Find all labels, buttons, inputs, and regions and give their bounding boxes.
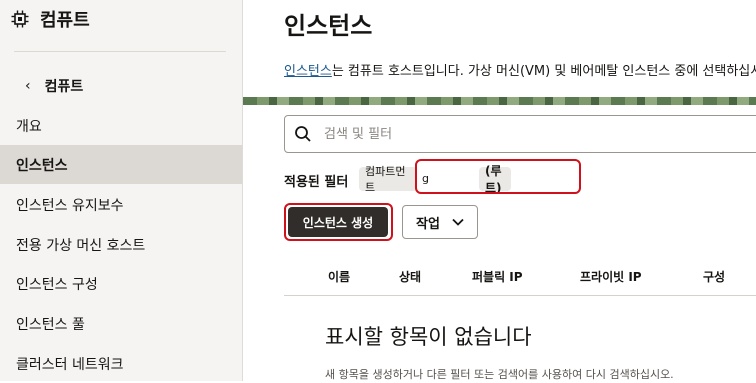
- main-content: 인스턴스 인스턴스는 컴퓨트 호스트입니다. 가상 머신(VM) 및 베어메탈 …: [243, 0, 756, 381]
- page-description: 인스턴스는 컴퓨트 호스트입니다. 가상 머신(VM) 및 베어메탈 인스턴스 …: [284, 60, 756, 79]
- sidebar-item-overview[interactable]: 개요: [0, 106, 242, 145]
- column-header-private-ip[interactable]: 프라이빗 IP: [580, 268, 642, 285]
- column-header-status[interactable]: 상태: [399, 268, 421, 285]
- search-icon: [295, 126, 311, 142]
- table-header-divider: [284, 295, 756, 296]
- sidebar-item-instance-configurations[interactable]: 인스턴스 구성: [0, 264, 242, 303]
- sidebar-item-label: 인스턴스 유지보수: [16, 197, 124, 214]
- sidebar-item-instance-pools[interactable]: 인스턴스 풀: [0, 304, 242, 343]
- search-input[interactable]: [322, 125, 746, 143]
- decorative-banner: [243, 97, 756, 105]
- instances-doc-link[interactable]: 인스턴스: [284, 64, 332, 79]
- sidebar-item-label: 인스턴스: [16, 157, 68, 174]
- sidebar-item-dedicated-vm-hosts[interactable]: 전용 가상 머신 호스트: [0, 225, 242, 264]
- page-title: 인스턴스: [284, 12, 373, 40]
- search-bar[interactable]: [284, 115, 756, 153]
- sidebar-title: 컴퓨트: [40, 10, 90, 31]
- column-header-shape[interactable]: 구성: [703, 268, 725, 285]
- chevron-left-icon: ‹: [25, 78, 31, 94]
- sidebar-item-label: 전용 가상 머신 호스트: [16, 237, 146, 254]
- table-header: 이름 상태 퍼블릭 IP 프라이빗 IP 구성: [284, 262, 756, 294]
- column-header-public-ip[interactable]: 퍼블릭 IP: [472, 268, 523, 285]
- actions-button[interactable]: 작업: [402, 205, 478, 239]
- chip-icon: [11, 10, 29, 28]
- empty-state-title: 표시할 항목이 없습니다: [325, 325, 532, 349]
- sidebar-divider: [14, 51, 226, 52]
- sidebar-item-label: 인스턴스 구성: [16, 276, 98, 293]
- sidebar-back-link[interactable]: ‹ 컴퓨트: [25, 76, 83, 96]
- chevron-down-icon: [452, 218, 464, 226]
- sidebar-back-label: 컴퓨트: [44, 79, 84, 95]
- sidebar-item-instance-maintenance[interactable]: 인스턴스 유지보수: [0, 185, 242, 224]
- sidebar-item-label: 클러스터 네트워크: [16, 356, 124, 373]
- sidebar-item-cluster-networks[interactable]: 클러스터 네트워크: [0, 344, 242, 383]
- create-button-highlight-box: [284, 203, 393, 241]
- description-text: 는 컴퓨트 호스트입니다. 가상 머신(VM) 및 베어메탈 인스턴스 중에 선…: [331, 64, 756, 79]
- sidebar-header: 컴퓨트: [10, 6, 90, 32]
- sidebar-item-label: 개요: [16, 118, 42, 135]
- sidebar: 컴퓨트 ‹ 컴퓨트 개요 인스턴스 인스턴스 유지보수 전용 가상 머신 호스트…: [0, 0, 243, 381]
- filter-highlight-box: [415, 159, 581, 194]
- sidebar-item-label: 인스턴스 풀: [16, 316, 85, 333]
- actions-label: 작업: [416, 216, 440, 232]
- sidebar-item-instances[interactable]: 인스턴스: [0, 145, 242, 184]
- filter-chip-compartment[interactable]: 컴파트먼트: [359, 165, 417, 194]
- applied-filters-label: 적용된 필터: [284, 175, 349, 190]
- empty-state-subtitle: 새 항목을 생성하거나 다른 필터 또는 검색어를 사용하여 다시 검색하십시오…: [325, 368, 674, 381]
- column-header-name[interactable]: 이름: [328, 268, 350, 285]
